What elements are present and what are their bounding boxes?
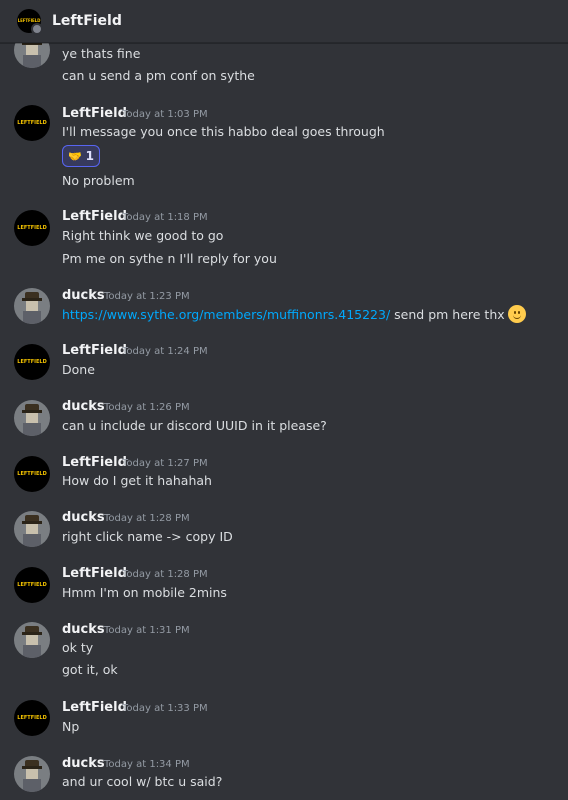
message-author[interactable]: LeftField (62, 106, 127, 122)
user-avatar-leftfield[interactable]: LEFTFIELD (14, 210, 50, 246)
slight-smile-emoji-icon (507, 305, 526, 323)
message-author[interactable]: LeftField (62, 566, 127, 582)
user-avatar-ducks[interactable] (14, 288, 50, 324)
message-text: How do I get it hahahah (62, 473, 212, 488)
message-timestamp: Today at 1:28 PM (122, 569, 208, 580)
message-author[interactable]: ducks (62, 510, 105, 526)
handshake-icon: 🤝 (67, 149, 82, 163)
message-text: can u send a pm conf on sythe (62, 68, 255, 83)
message-author[interactable]: ducks (62, 288, 105, 304)
message-text: I'll message you once this habbo deal go… (62, 124, 385, 139)
message-text: ye thats fine (62, 46, 141, 61)
user-avatar-ducks[interactable] (14, 622, 50, 658)
message-timestamp: Today at 1:24 PM (122, 346, 208, 357)
message-text: ok ty (62, 640, 94, 655)
message-text: Hmm I'm on mobile 2mins (62, 585, 227, 600)
leftfield-logo-icon: LEFTFIELD (17, 470, 47, 477)
leftfield-logo-icon: LEFTFIELD (17, 358, 47, 365)
message-text: and ur cool w/ btc u said? (62, 774, 223, 789)
message-timestamp: Today at 1:27 PM (122, 458, 208, 469)
message-author[interactable]: ducks (62, 399, 105, 415)
channel-avatar[interactable]: LEFTFIELD (17, 9, 43, 35)
message-text: No problem (62, 173, 135, 188)
message-author[interactable]: ducks (62, 756, 105, 772)
user-avatar-ducks[interactable] (14, 400, 50, 436)
channel-header: LEFTFIELD LeftField (0, 0, 568, 43)
leftfield-logo-icon: LEFTFIELD (17, 714, 47, 721)
user-avatar-ducks[interactable] (14, 756, 50, 792)
user-avatar-leftfield[interactable]: LEFTFIELD (14, 700, 50, 736)
message-timestamp: Today at 1:23 PM (104, 291, 190, 302)
message-text: got it, ok (62, 662, 118, 677)
status-offline-icon (31, 23, 43, 35)
message-text: Right think we good to go (62, 228, 224, 243)
message-timestamp: Today at 1:03 PM (122, 109, 208, 120)
message-author[interactable]: ducks (62, 622, 105, 638)
message-text: Np (62, 719, 80, 734)
leftfield-logo-icon: LEFTFIELD (17, 224, 47, 231)
message-timestamp: Today at 1:18 PM (122, 212, 208, 223)
message-author[interactable]: LeftField (62, 209, 127, 225)
message-text: right click name -> copy ID (62, 529, 233, 544)
profile-link[interactable]: https://www.sythe.org/members/muffinonrs… (62, 307, 390, 322)
message-author[interactable]: LeftField (62, 343, 127, 359)
message-text: Pm me on sythe n I'll reply for you (62, 251, 277, 266)
message-timestamp: Today at 1:26 PM (104, 402, 190, 413)
user-avatar-ducks[interactable] (14, 511, 50, 547)
message-timestamp: Today at 1:28 PM (104, 513, 190, 524)
message-author[interactable]: LeftField (62, 455, 127, 471)
message-author[interactable]: LeftField (62, 700, 127, 716)
message-list: ye thats fine can u send a pm conf on sy… (0, 0, 568, 800)
user-avatar-leftfield[interactable]: LEFTFIELD (14, 567, 50, 603)
channel-title[interactable]: LeftField (52, 13, 122, 29)
reaction-count: 1 (85, 149, 95, 163)
leftfield-logo-icon: LEFTFIELD (17, 119, 47, 126)
message-timestamp: Today at 1:31 PM (104, 625, 190, 636)
leftfield-logo-icon: LEFTFIELD (17, 581, 47, 588)
message-text-suffix: send pm here thx (390, 307, 505, 322)
reaction-button[interactable]: 🤝 1 (62, 145, 100, 167)
message-timestamp: Today at 1:34 PM (104, 759, 190, 770)
user-avatar-leftfield[interactable]: LEFTFIELD (14, 456, 50, 492)
user-avatar-leftfield[interactable]: LEFTFIELD (14, 105, 50, 141)
message-text: https://www.sythe.org/members/muffinonrs… (62, 305, 526, 324)
message-timestamp: Today at 1:33 PM (122, 703, 208, 714)
user-avatar-leftfield[interactable]: LEFTFIELD (14, 344, 50, 380)
message-text: can u include ur discord UUID in it plea… (62, 418, 327, 433)
message-text: Done (62, 362, 95, 377)
